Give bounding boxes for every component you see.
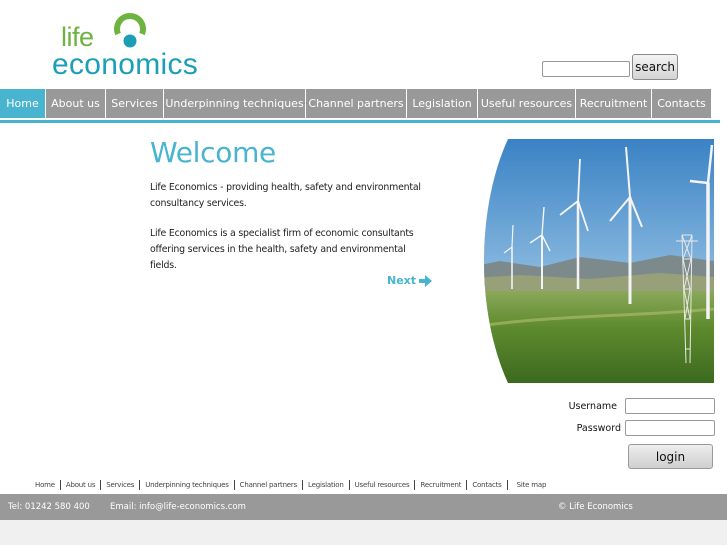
footer-link-site-map[interactable]: Site map bbox=[508, 480, 552, 490]
intro-paragraph: Life Economics - providing health, safet… bbox=[150, 182, 421, 209]
username-label: Username bbox=[568, 401, 617, 412]
nav-item-recruitment[interactable]: Recruitment bbox=[576, 89, 652, 118]
footer-link-useful-resources[interactable]: Useful resources bbox=[350, 480, 416, 490]
page-title: Welcome bbox=[150, 136, 276, 169]
footer-link-services[interactable]: Services bbox=[101, 480, 141, 490]
next-label: Next bbox=[387, 274, 417, 287]
nav-item-home[interactable]: Home bbox=[0, 89, 46, 118]
login-button[interactable]: login bbox=[628, 444, 713, 469]
footer-bottom-strip bbox=[0, 520, 727, 545]
arrow-right-icon bbox=[419, 274, 433, 287]
footer-link-about-us[interactable]: About us bbox=[61, 480, 102, 490]
footer-link-underpinning-techniques[interactable]: Underpinning techniques bbox=[140, 480, 235, 490]
footer-link-channel-partners[interactable]: Channel partners bbox=[235, 480, 304, 490]
footer-nav: Home About us Services Underpinning tech… bbox=[35, 480, 551, 490]
search-button[interactable]: search bbox=[632, 54, 678, 80]
footer-copyright: © Life Economics bbox=[558, 502, 633, 512]
footer-bar: Tel: 01242 580 400 Email: info@life-econ… bbox=[0, 494, 727, 520]
nav-underline bbox=[0, 120, 720, 123]
logo-text-life: life bbox=[61, 22, 94, 52]
search-input[interactable] bbox=[542, 61, 630, 77]
logo-mark-icon bbox=[114, 13, 146, 48]
footer-link-home[interactable]: Home bbox=[35, 480, 61, 490]
nav-item-useful-resources[interactable]: Useful resources bbox=[478, 89, 576, 118]
username-field[interactable] bbox=[625, 398, 715, 414]
nav-item-about-us[interactable]: About us bbox=[46, 89, 106, 118]
footer-email[interactable]: Email: info@life-economics.com bbox=[110, 502, 246, 512]
logo-text-economics: economics bbox=[52, 48, 199, 81]
wind-turbines-photo bbox=[484, 139, 714, 383]
nav-item-legislation[interactable]: Legislation bbox=[407, 89, 478, 118]
footer-link-legislation[interactable]: Legislation bbox=[303, 480, 350, 490]
nav-item-underpinning-techniques[interactable]: Underpinning techniques bbox=[164, 89, 306, 118]
description-paragraph: Life Economics is a specialist firm of e… bbox=[150, 228, 414, 271]
nav-item-channel-partners[interactable]: Channel partners bbox=[306, 89, 407, 118]
password-label: Password bbox=[576, 423, 621, 434]
next-link[interactable]: Next bbox=[387, 274, 433, 287]
footer-telephone: Tel: 01242 580 400 bbox=[8, 502, 90, 512]
footer-link-recruitment[interactable]: Recruitment bbox=[415, 480, 468, 490]
footer-link-contacts[interactable]: Contacts bbox=[467, 480, 508, 490]
nav-item-contacts[interactable]: Contacts bbox=[652, 89, 712, 118]
password-field[interactable] bbox=[625, 420, 715, 436]
nav-item-services[interactable]: Services bbox=[106, 89, 164, 118]
main-nav: Home About us Services Underpinning tech… bbox=[0, 89, 712, 118]
site-logo[interactable]: life economics bbox=[52, 10, 202, 80]
